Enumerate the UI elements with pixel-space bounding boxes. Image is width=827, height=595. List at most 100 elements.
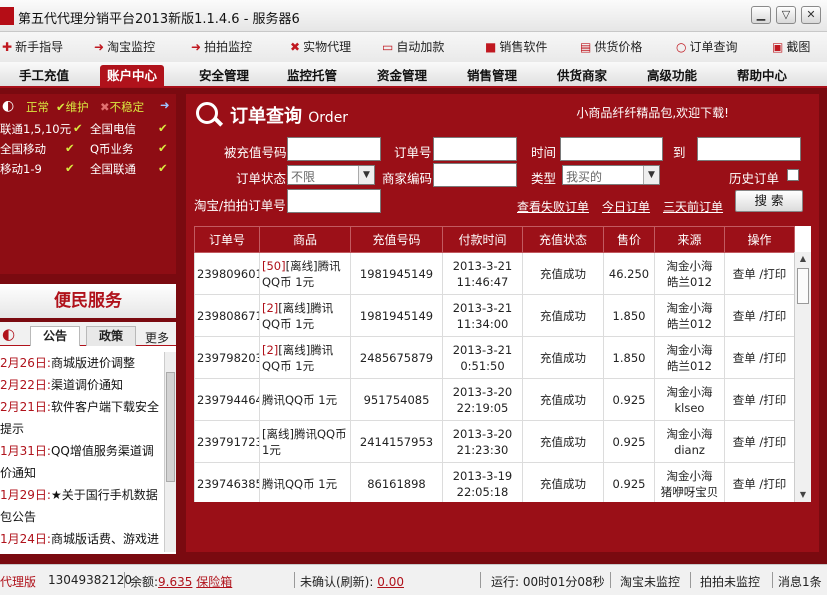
table-scrollbar[interactable]: ▲ ▼: [794, 252, 811, 502]
column-header[interactable]: 充值号码: [350, 226, 443, 253]
column-header[interactable]: 操作: [724, 226, 795, 253]
balance: 余额:9.635 保险箱: [130, 575, 233, 589]
toolbar-item-paipai-monitor[interactable]: ➜ 拍拍监控: [191, 38, 252, 58]
list-item[interactable]: 1月24日:商城版话费、游戏进价,让利大调整!: [0, 528, 164, 552]
close-button[interactable]: ✕: [801, 6, 821, 24]
time-label: 时间: [531, 145, 557, 160]
pay-time-cell: 2013-3-20 21:23:30: [442, 420, 523, 463]
merchant-code-input[interactable]: [433, 163, 517, 187]
pay-time-cell: 2013-3-21 11:46:47: [442, 252, 523, 295]
history-orders-checkbox[interactable]: [787, 169, 799, 181]
list-item[interactable]: 2月22日:渠道调价通知: [0, 374, 164, 396]
tab-funds[interactable]: 资金管理: [362, 65, 442, 87]
column-header[interactable]: 付款时间: [442, 226, 523, 253]
column-header[interactable]: 来源: [654, 226, 725, 253]
table-row[interactable]: 2397944646 腾讯QQ币 1元 951754085 2013-3-202…: [194, 378, 795, 421]
column-header[interactable]: 商品: [259, 226, 351, 253]
list-item[interactable]: 1月29日:★关于国行手机数据包公告: [0, 484, 164, 528]
status-cell: 充值成功: [522, 294, 604, 337]
check-icon: ✔: [65, 161, 75, 175]
paipai-monitor-status[interactable]: 拍拍未监控: [700, 573, 760, 590]
tab-suppliers[interactable]: 供货商家: [542, 65, 622, 87]
divider: [480, 572, 481, 588]
status-cell: 充值成功: [522, 378, 604, 421]
table-row[interactable]: 2397463856 腾讯QQ币 1元 86161898 2013-3-1922…: [194, 462, 795, 502]
order-number-cell: 2398086717: [194, 294, 260, 337]
divider: [772, 572, 773, 588]
taobao-order-label: 淘宝/拍拍订单号: [194, 198, 286, 213]
tab-manual-recharge[interactable]: 手工充值: [4, 65, 84, 87]
type-label: 类型: [531, 171, 557, 186]
safe-box-link: 保险箱: [196, 575, 233, 589]
table-row[interactable]: 2398086717 [2][离线]腾讯QQ币 1元 1981945149 20…: [194, 294, 795, 337]
list-item[interactable]: 1月31日:QQ增值服务渠道调价通知: [0, 440, 164, 484]
table-row[interactable]: 2397982038 [2][离线]腾讯QQ币 1元 2485675879 20…: [194, 336, 795, 379]
legend-maintain: ✔维护: [56, 100, 89, 114]
channel-item: 全国电信: [90, 122, 136, 136]
news-list: 2月26日:商城版进价调整 2月22日:渠道调价通知 2月21日:软件客户端下载…: [0, 352, 164, 552]
service-heading: 便民服务: [0, 284, 176, 318]
unconfirmed[interactable]: 未确认(刷新): 0.00: [300, 573, 404, 590]
column-header[interactable]: 充值状态: [522, 226, 604, 253]
actions-cell[interactable]: 查单 /打印: [724, 378, 795, 421]
title-bar: 第五代代理分销平台2013新版1.1.4.6 - 服务器6 ▁ ▽ ✕: [0, 0, 827, 32]
account-cell: 2485675879: [350, 336, 443, 379]
order-status-select[interactable]: 不限 ▼: [287, 165, 375, 185]
tab-monitor-hosting[interactable]: 监控托管: [272, 65, 352, 87]
messages-link[interactable]: 消息1条: [778, 573, 822, 590]
list-item[interactable]: 2月21日:软件客户端下载安全提示: [0, 396, 164, 440]
three-days-ago-link[interactable]: 三天前订单: [663, 198, 723, 215]
search-icon: ○: [676, 40, 687, 54]
toolbar-item-taobao-monitor[interactable]: ➜ 淘宝监控: [94, 38, 155, 58]
failed-orders-link[interactable]: 查看失败订单: [517, 198, 589, 215]
start-time-input[interactable]: [560, 137, 663, 161]
table-row[interactable]: 2398096011 [50][离线]腾讯QQ币 1元 1981945149 2…: [194, 252, 795, 295]
scroll-up-icon[interactable]: ▲: [795, 252, 811, 266]
toolbar-item-auto-topup[interactable]: ▭ 自动加款: [382, 38, 444, 58]
actions-cell[interactable]: 查单 /打印: [724, 294, 795, 337]
actions-cell[interactable]: 查单 /打印: [724, 336, 795, 379]
tab-help[interactable]: 帮助中心: [722, 65, 802, 87]
recharge-number-input[interactable]: [287, 137, 381, 161]
toolbar-item-order-query[interactable]: ○ 订单查询: [676, 38, 738, 58]
toolbar-item-guide[interactable]: ✚ 新手指导: [2, 38, 63, 58]
scroll-down-icon[interactable]: ▼: [795, 488, 811, 502]
column-header[interactable]: 订单号: [194, 226, 260, 253]
toolbar-item-screenshot[interactable]: ▣ 截图: [772, 38, 810, 58]
tab-security[interactable]: 安全管理: [184, 65, 264, 87]
today-orders-link[interactable]: 今日订单: [602, 198, 650, 215]
price-cell: 46.250: [603, 252, 655, 295]
actions-cell[interactable]: 查单 /打印: [724, 462, 795, 502]
column-header[interactable]: 售价: [603, 226, 655, 253]
table-row[interactable]: 2397917232 [离线]腾讯QQ币 1元 2414157953 2013-…: [194, 420, 795, 463]
toolbar-item-sales-software[interactable]: ■ 销售软件: [485, 38, 547, 58]
end-time-input[interactable]: [697, 137, 801, 161]
tab-account-center[interactable]: 账户中心: [100, 65, 164, 87]
news-scrollbar[interactable]: [164, 352, 176, 552]
list-item[interactable]: 2月26日:商城版进价调整: [0, 352, 164, 374]
minimize-button[interactable]: ▁: [751, 6, 771, 24]
taobao-monitor-status[interactable]: 淘宝未监控: [620, 573, 680, 590]
restore-button[interactable]: ▽: [776, 6, 796, 24]
divider: [690, 572, 691, 588]
scrollbar-thumb[interactable]: [797, 268, 809, 304]
welcome-banner[interactable]: 小商品纤纤精品包,欢迎下载!: [576, 104, 729, 121]
divider: [294, 572, 295, 588]
tab-announcements[interactable]: 公告: [30, 326, 80, 346]
toolbar-item-physical-agent[interactable]: ✖ 实物代理: [290, 38, 351, 58]
status-cell: 充值成功: [522, 420, 604, 463]
type-select[interactable]: 我买的 ▼: [562, 165, 660, 185]
actions-cell[interactable]: 查单 /打印: [724, 420, 795, 463]
actions-cell[interactable]: 查单 /打印: [724, 252, 795, 295]
product-cell: [2][离线]腾讯QQ币 1元: [259, 336, 351, 379]
toolbar-item-supply-price[interactable]: ▤ 供货价格: [580, 38, 642, 58]
search-button[interactable]: 搜 索: [735, 190, 803, 212]
tab-policy[interactable]: 政策: [86, 326, 136, 346]
tab-advanced[interactable]: 高级功能: [632, 65, 712, 87]
tab-sales[interactable]: 销售管理: [452, 65, 532, 87]
order-number-input[interactable]: [433, 137, 517, 161]
scrollbar-thumb[interactable]: [166, 372, 175, 482]
more-link[interactable]: 更多: [145, 329, 169, 346]
taobao-order-input[interactable]: [287, 189, 381, 213]
arrow-right-icon[interactable]: ➜: [160, 98, 170, 112]
